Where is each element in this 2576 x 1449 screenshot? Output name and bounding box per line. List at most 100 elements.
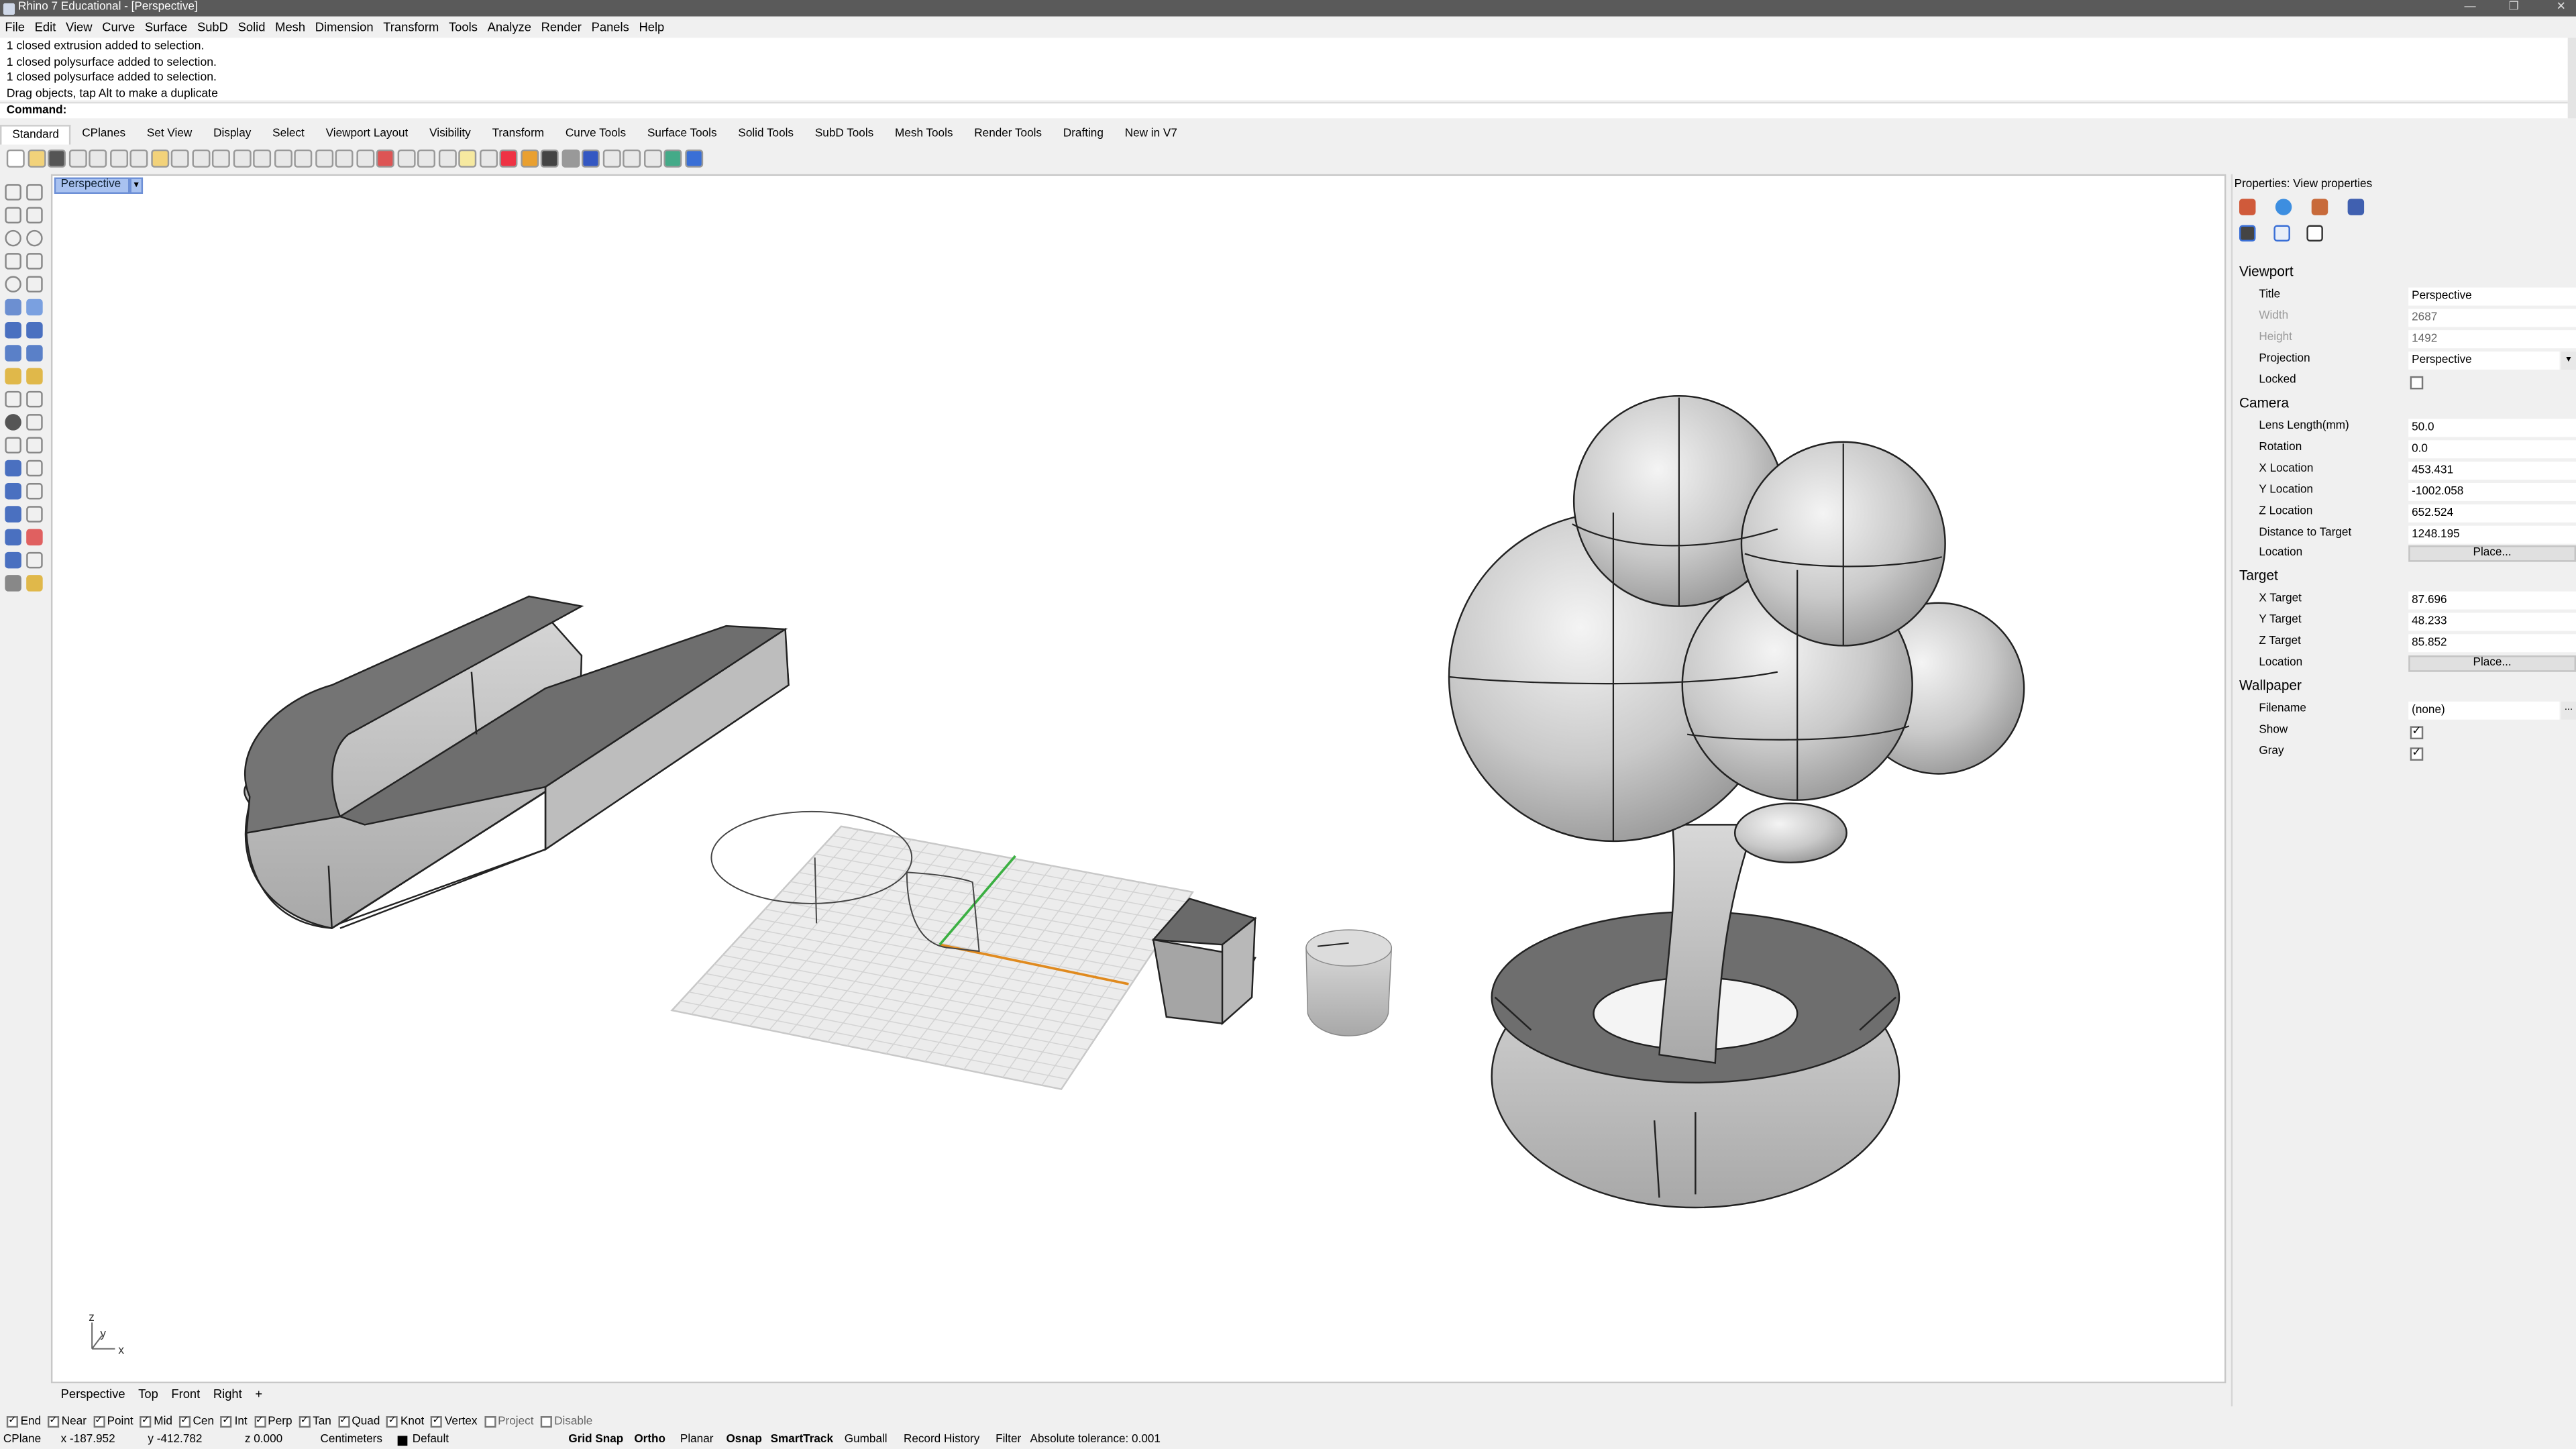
object-properties-icon[interactable] [2239,199,2256,215]
menu-view[interactable]: View [61,18,97,38]
select-filter-icon[interactable] [376,148,394,167]
menu-curve[interactable]: Curve [97,18,140,38]
x-target-field[interactable]: 87.696 [2408,591,2576,610]
decal-icon[interactable] [2311,199,2328,215]
zoom-icon[interactable] [232,148,251,167]
menu-surface[interactable]: Surface [140,18,193,38]
menu-mesh[interactable]: Mesh [270,18,311,38]
menu-dimension[interactable]: Dimension [310,18,378,38]
checkbox-icon[interactable]: ✓ [220,1416,232,1428]
show-checkbox[interactable]: ✓ [2410,726,2424,740]
leader-icon[interactable] [26,390,43,408]
select-points-icon[interactable] [26,184,43,201]
tab-viewport-layout[interactable]: Viewport Layout [315,125,419,144]
lasso-icon[interactable] [417,148,435,167]
history-scrollbar[interactable] [2567,38,2576,119]
dimension-icon[interactable] [602,148,621,167]
revolve-icon[interactable] [26,299,43,316]
osnap-near[interactable]: ✓ Near [47,1413,87,1431]
menu-panels[interactable]: Panels [586,18,634,38]
environment-sphere-icon[interactable] [561,148,580,167]
menu-tools[interactable]: Tools [444,18,483,38]
planar-toggle[interactable]: Planar [680,1433,714,1449]
gumball-toggle[interactable]: Gumball [845,1433,888,1449]
tab-set-view[interactable]: Set View [136,125,203,144]
menu-transform[interactable]: Transform [378,18,444,38]
command-input[interactable]: Command: [0,101,2568,119]
tab-top[interactable]: Top [131,1385,164,1405]
osnap-vertex[interactable]: ✓ Vertex [431,1413,478,1431]
record-history-toggle[interactable]: Record History [904,1433,979,1449]
zoom-extents-icon[interactable] [273,148,292,167]
fillet-icon[interactable] [5,368,21,385]
gray-checkbox[interactable]: ✓ [2410,747,2424,761]
tab-solid-tools[interactable]: Solid Tools [727,125,804,144]
named-views-icon[interactable] [643,148,661,167]
chevron-down-icon[interactable]: ▼ [129,177,144,194]
add-viewport-icon[interactable]: + [249,1385,269,1405]
mesh-icon[interactable] [26,368,43,385]
osnap-icon[interactable] [396,148,415,167]
help-icon[interactable] [684,148,702,167]
checkbox-icon[interactable]: ✓ [299,1416,311,1428]
checkbox-icon[interactable] [540,1416,552,1428]
tab-perspective[interactable]: Perspective [54,1385,132,1405]
u-shaped-extrusion[interactable] [244,595,790,929]
texture-icon[interactable] [2347,199,2365,215]
grid-array-icon[interactable] [5,529,21,546]
camera-place-button[interactable]: Place... [2408,545,2576,562]
point-icon[interactable] [5,207,21,224]
trim-icon[interactable] [5,414,21,431]
text-icon[interactable] [5,460,21,477]
cut-icon[interactable] [109,148,127,167]
title-field[interactable]: Perspective [2408,287,2576,306]
move-icon[interactable] [26,460,43,477]
properties-icon[interactable] [89,148,107,167]
boolean-icon[interactable] [26,322,43,339]
tab-drafting[interactable]: Drafting [1053,125,1114,144]
extrude-icon[interactable] [5,345,21,362]
grid-snap-toggle[interactable]: Grid Snap [568,1433,623,1449]
split-icon[interactable] [26,414,43,431]
y-target-field[interactable]: 48.233 [2408,612,2576,631]
layer-label[interactable]: Default [413,1433,449,1449]
light-icon[interactable] [458,148,477,167]
viewport-grid-icon[interactable] [335,148,354,167]
select-arrow-icon[interactable] [5,184,21,201]
osnap-tan[interactable]: ✓ Tan [299,1413,331,1431]
osnap-toggle[interactable]: Osnap [726,1433,761,1449]
explode-icon[interactable] [26,437,43,453]
checkbox-icon[interactable]: ✓ [254,1416,266,1428]
ortho-toggle[interactable]: Ortho [634,1433,665,1449]
tab-surface-tools[interactable]: Surface Tools [637,125,727,144]
group-icon[interactable] [5,506,21,523]
menu-subd[interactable]: SubD [193,18,233,38]
render-sphere-icon[interactable] [520,148,539,167]
paste-icon[interactable] [150,148,169,167]
rotation-field[interactable]: 0.0 [2408,440,2576,459]
menu-solid[interactable]: Solid [233,18,270,38]
rotate-view-icon[interactable] [314,148,333,167]
render-preview-icon[interactable] [581,148,600,167]
align-icon[interactable] [26,506,43,523]
render-tool-icon[interactable] [26,575,43,592]
checkbox-icon[interactable] [484,1416,496,1428]
tab-render-tools[interactable]: Render Tools [963,125,1053,144]
curve-icon[interactable] [5,253,21,270]
ellipse-icon[interactable] [5,276,21,292]
osnap-project[interactable]: Project [484,1413,534,1431]
viewport-frame-icon[interactable] [2306,225,2323,242]
osnap-quad[interactable]: ✓ Quad [337,1413,380,1431]
restore-icon[interactable]: ❐ [2509,0,2519,16]
layer-color-swatch[interactable] [397,1436,408,1446]
target-place-button[interactable]: Place... [2408,655,2576,672]
smarttrack-toggle[interactable]: SmartTrack [771,1433,833,1449]
tab-visibility[interactable]: Visibility [419,125,481,144]
tab-transform[interactable]: Transform [482,125,555,144]
copy-icon[interactable] [129,148,148,167]
rectangle-icon[interactable] [26,253,43,270]
layer-icon[interactable] [5,551,21,569]
menu-help[interactable]: Help [634,18,669,38]
scene-canvas[interactable]: z y x [52,176,2227,1385]
link-icon[interactable] [2273,225,2290,242]
